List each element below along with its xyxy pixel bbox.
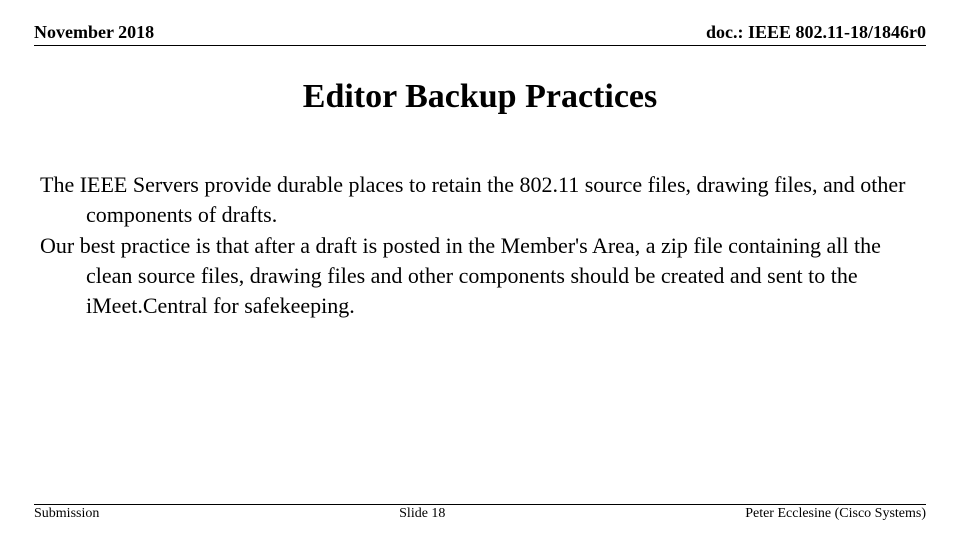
body-paragraph-2: Our best practice is that after a draft … — [40, 231, 920, 320]
header-doc-id: doc.: IEEE 802.11-18/1846r0 — [706, 22, 926, 43]
slide-page: November 2018 doc.: IEEE 802.11-18/1846r… — [0, 0, 960, 540]
body-paragraph-1: The IEEE Servers provide durable places … — [40, 170, 920, 229]
slide-header: November 2018 doc.: IEEE 802.11-18/1846r… — [34, 22, 926, 46]
slide-title: Editor Backup Practices — [34, 78, 926, 116]
footer-line: Submission Slide 18 Peter Ecclesine (Cis… — [34, 504, 926, 522]
slide-body: The IEEE Servers provide durable places … — [34, 170, 926, 320]
footer-right: Peter Ecclesine (Cisco Systems) — [745, 506, 926, 522]
footer-center: Slide 18 — [399, 506, 445, 522]
slide-footer: Submission Slide 18 Peter Ecclesine (Cis… — [34, 504, 926, 522]
footer-left: Submission — [34, 506, 99, 522]
header-date: November 2018 — [34, 22, 154, 43]
